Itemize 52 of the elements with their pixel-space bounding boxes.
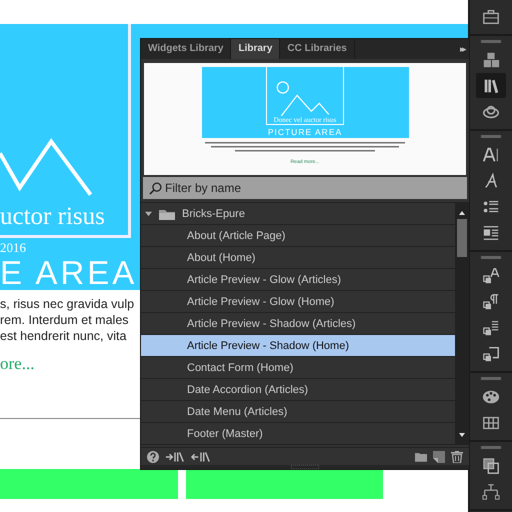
- filter-field[interactable]: Filter by name: [143, 177, 467, 200]
- library-item[interactable]: About (Article Page): [141, 225, 455, 248]
- library-item[interactable]: Footer (Master): [141, 423, 455, 446]
- briefcase-icon: [482, 8, 500, 26]
- para-style-icon: [482, 292, 500, 310]
- filter-input[interactable]: Filter by name: [165, 181, 365, 196]
- folder-icon[interactable]: [415, 450, 427, 463]
- panel-menu-button[interactable]: ▸▸: [455, 39, 469, 59]
- script-icon: [482, 172, 500, 190]
- scrollbar[interactable]: [455, 203, 469, 446]
- group-grip-icon[interactable]: [481, 256, 501, 259]
- picture-title: PICTURE AREA: [268, 126, 342, 137]
- library-item[interactable]: About (Home): [141, 247, 455, 270]
- folder-label[interactable]: Bricks-Epure: [182, 208, 245, 220]
- library-item[interactable]: Article Preview - Shadow (Home): [141, 335, 455, 358]
- toolbar-button[interactable]: [476, 73, 506, 98]
- trash-icon[interactable]: [451, 450, 463, 463]
- export-library-icon[interactable]: [191, 450, 211, 463]
- image-title: uctor risus: [0, 203, 105, 231]
- body-text: rem. Interdum et males: [0, 312, 129, 328]
- group-grip-icon[interactable]: [481, 135, 501, 138]
- panel-tab[interactable]: CC Libraries: [280, 39, 355, 59]
- library-item[interactable]: Article Preview - Glow (Home): [141, 291, 455, 314]
- body-text: s, risus nec gravida vulp: [0, 296, 134, 312]
- group-grip-icon[interactable]: [481, 446, 501, 449]
- swatches-icon: [482, 456, 500, 474]
- help-icon[interactable]: [147, 450, 159, 463]
- import-library-icon[interactable]: [165, 450, 185, 463]
- library-item[interactable]: Article Preview - Glow (Articles): [141, 269, 455, 292]
- text-icon: [482, 146, 500, 164]
- library-icon: [482, 76, 500, 94]
- palette-icon: [482, 388, 500, 406]
- new-item-icon[interactable]: [433, 450, 445, 463]
- list-style-icon: [482, 318, 500, 336]
- group-grip-icon[interactable]: [481, 40, 501, 43]
- date-text: 2016: [0, 240, 26, 256]
- object-style-icon: [482, 344, 500, 362]
- blocks-icon: [482, 50, 500, 68]
- library-item[interactable]: Contact Form (Home): [141, 357, 455, 380]
- folder-icon: [158, 208, 176, 220]
- expand-triangle-icon[interactable]: [145, 210, 152, 218]
- paragraph-icon: [482, 224, 500, 242]
- panel-tab[interactable]: Library: [231, 39, 280, 59]
- library-item[interactable]: Date Accordion (Articles): [141, 379, 455, 402]
- body-text: est hendrerit nunc, vita: [0, 328, 126, 344]
- group-grip-icon[interactable]: [481, 377, 501, 380]
- picture-title: E AREA: [0, 256, 138, 290]
- library-item[interactable]: Date Menu (Articles): [141, 401, 455, 424]
- search-icon: [149, 182, 162, 195]
- text-style-icon: [482, 266, 500, 284]
- resize-grip-icon[interactable]: [291, 465, 319, 469]
- tree-icon: [482, 482, 500, 500]
